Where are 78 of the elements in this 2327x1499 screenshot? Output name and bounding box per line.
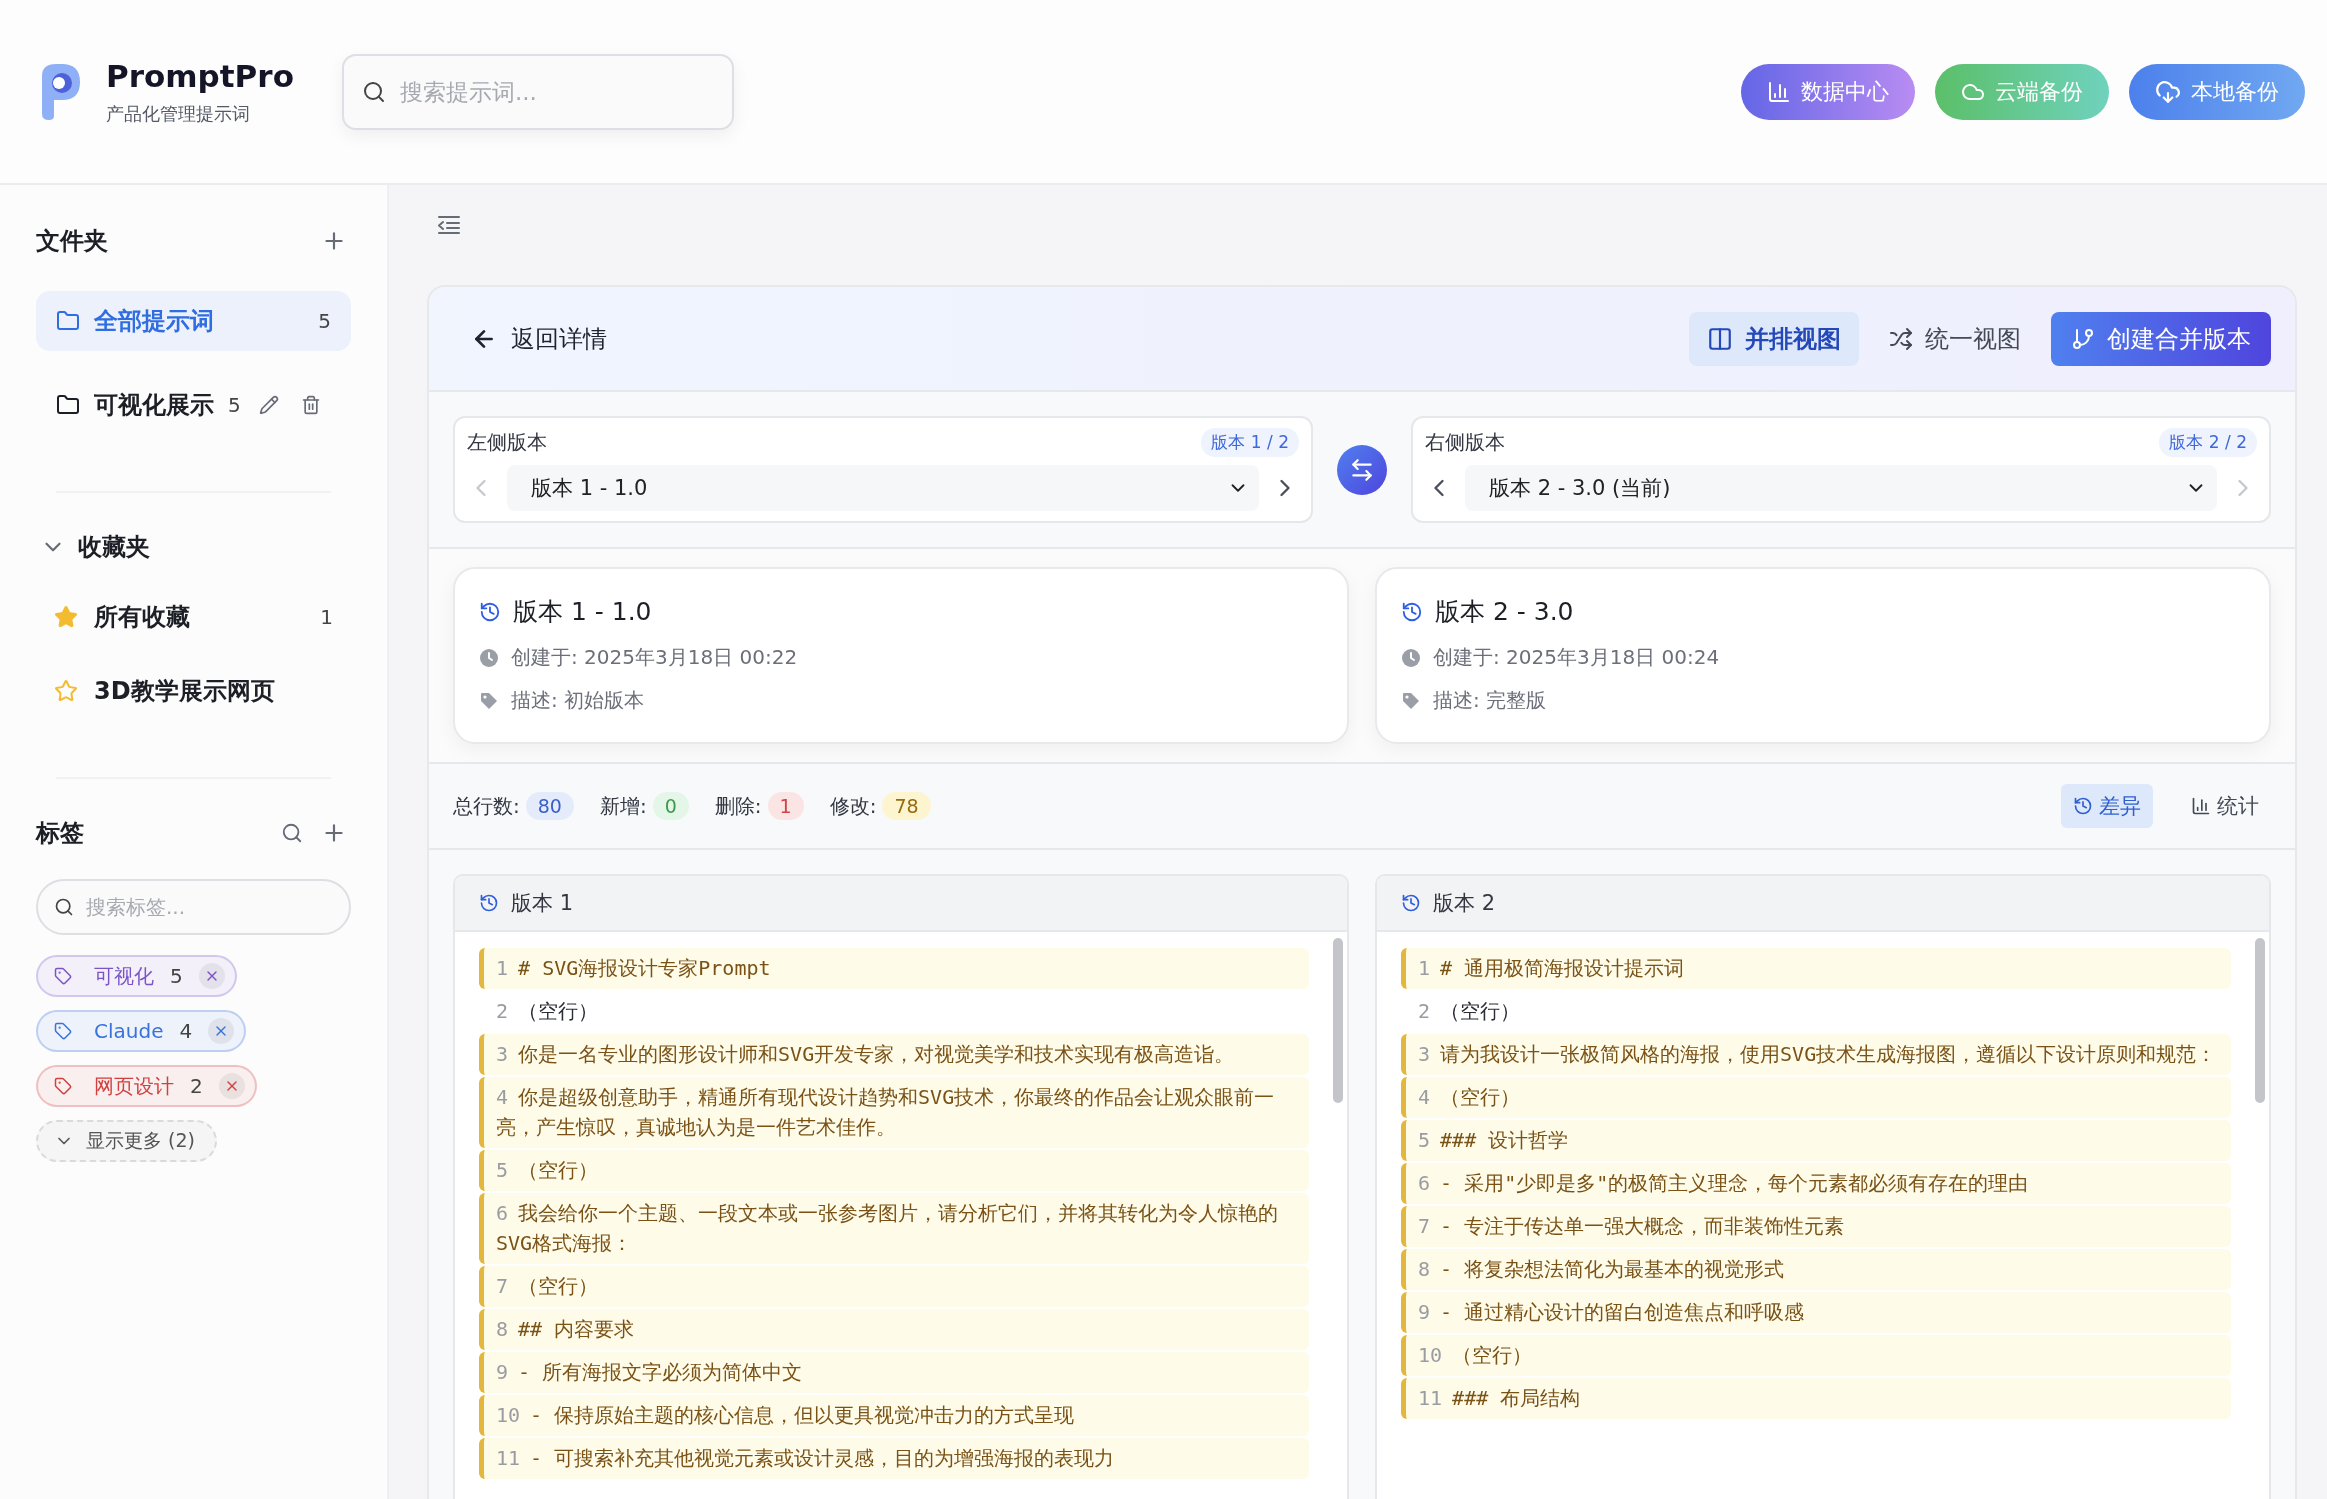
search-icon xyxy=(54,897,74,917)
diff-line: 2 （空行） xyxy=(1417,998,1522,1025)
tag-chip[interactable]: Claude 4 xyxy=(36,1010,247,1052)
selector-label: 左侧版本 xyxy=(467,429,547,456)
selector-label: 右侧版本 xyxy=(1425,429,1505,456)
history-icon xyxy=(2073,796,2093,816)
trash-icon xyxy=(300,395,321,415)
section-title: 标签 xyxy=(36,818,84,849)
swap-button[interactable] xyxy=(1337,444,1387,495)
version-select[interactable]: 版本 1 - 1.0 xyxy=(507,465,1259,511)
stat-count: 0 xyxy=(652,792,689,820)
history-icon xyxy=(1401,893,1421,913)
version-badge: 版本 1 / 2 xyxy=(1201,428,1299,457)
app-tagline: 产品化管理提示词 xyxy=(106,101,251,126)
result-tab[interactable]: 差异 xyxy=(2061,784,2153,828)
version-badge: 版本 2 / 2 xyxy=(2159,428,2257,457)
folder-item[interactable]: 可视化展示 5 xyxy=(36,375,351,435)
remove-tag-button[interactable] xyxy=(198,963,225,989)
branch-icon xyxy=(2071,326,2095,351)
stat-count: 78 xyxy=(882,792,931,820)
stat-label: 删除: xyxy=(714,792,762,820)
search-field[interactable]: 搜索提示词... xyxy=(341,53,734,130)
favorite-item[interactable]: 所有收藏 1 xyxy=(36,587,351,647)
created-date: 创建于: 2025年3月18日 00:22 xyxy=(511,644,798,671)
version-description: 描述: 初始版本 xyxy=(511,687,645,714)
stat-label: 总行数: xyxy=(453,792,520,820)
show-more-button[interactable]: 显示更多 (2) xyxy=(36,1120,217,1162)
bar-chart-icon xyxy=(1767,79,1791,104)
tag-icon xyxy=(54,967,72,985)
merge-button[interactable]: 创建合并版本 xyxy=(2051,311,2271,366)
scrollbar-thumb[interactable] xyxy=(2255,938,2265,1103)
tag-chip[interactable]: 可视化 5 xyxy=(36,955,237,997)
shuffle-icon xyxy=(1889,326,1913,351)
history-icon xyxy=(479,893,499,913)
version-title: 版本 1 - 1.0 xyxy=(513,596,652,628)
favorite-item[interactable]: 3D教学展示网页 xyxy=(36,661,351,721)
bar-chart-icon xyxy=(2191,796,2211,816)
stat-label: 新增: xyxy=(599,792,647,820)
clock-icon xyxy=(1401,647,1421,668)
version-title: 版本 2 - 3.0 xyxy=(1435,596,1574,628)
tag-search-field[interactable]: 搜索标签... xyxy=(36,879,351,935)
app-title: PromptPro xyxy=(106,57,294,94)
folder-item[interactable]: 全部提示词 5 xyxy=(36,291,351,351)
view-tab[interactable]: 并排视图 xyxy=(1689,311,1859,366)
panel-title: 版本 2 xyxy=(1433,890,1496,917)
tag-icon xyxy=(479,690,499,711)
scrollbar-thumb[interactable] xyxy=(1333,938,1343,1103)
tag-icon xyxy=(54,1077,72,1095)
columns-icon xyxy=(1707,325,1733,352)
back-button[interactable]: 返回详情 xyxy=(465,321,613,356)
history-icon xyxy=(1401,600,1423,623)
created-date: 创建于: 2025年3月18日 00:24 xyxy=(1433,644,1720,671)
tag-icon xyxy=(1401,690,1421,711)
clock-icon xyxy=(479,647,499,668)
cloud-download-icon xyxy=(2155,78,2181,105)
pencil-icon xyxy=(258,395,279,415)
tag-chip[interactable]: 网页设计 2 xyxy=(36,1065,257,1107)
swap-icon xyxy=(1349,456,1375,483)
stat-count: 80 xyxy=(525,792,574,820)
remove-tag-button[interactable] xyxy=(218,1073,245,1099)
remove-tag-button[interactable] xyxy=(208,1018,235,1044)
tag-icon xyxy=(54,1022,72,1040)
section-title: 文件夹 xyxy=(36,226,108,257)
view-tab[interactable]: 统一视图 xyxy=(1871,311,2039,366)
history-icon xyxy=(479,600,501,623)
search-icon xyxy=(281,822,303,844)
folder-icon xyxy=(56,309,80,333)
search-icon xyxy=(361,79,386,104)
folder-icon xyxy=(56,393,80,417)
stat-label: 修改: xyxy=(829,792,877,820)
result-tab[interactable]: 统计 xyxy=(2179,784,2271,828)
stat-count: 1 xyxy=(767,792,804,820)
panel-title: 版本 1 xyxy=(511,890,574,917)
section-title: 收藏夹 xyxy=(78,532,150,563)
diff-line: 2 （空行） xyxy=(495,998,600,1025)
version-description: 描述: 完整版 xyxy=(1433,687,1547,714)
collapse-menu-icon[interactable] xyxy=(437,215,461,235)
version-select[interactable]: 版本 2 - 3.0 (当前) xyxy=(1465,465,2217,511)
